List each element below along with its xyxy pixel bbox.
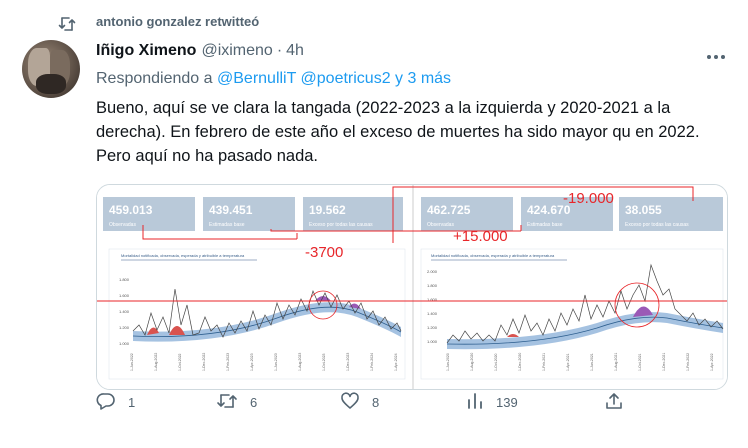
svg-text:1-Dec-2021: 1-Dec-2021 bbox=[662, 353, 666, 371]
svg-text:1-Jun-2020: 1-Jun-2020 bbox=[446, 353, 450, 371]
svg-text:1-Aug-2022: 1-Aug-2022 bbox=[154, 353, 158, 371]
svg-text:1-Apr-2022: 1-Apr-2022 bbox=[710, 353, 714, 371]
left-chart-title: Mortalidad notificada, observada, espera… bbox=[121, 253, 245, 258]
svg-text:1.000: 1.000 bbox=[427, 339, 438, 344]
heart-icon bbox=[340, 391, 360, 413]
retweet-icon bbox=[58, 16, 76, 35]
reply-to-line: Respondiendo a @BernulliT @poetricus2 y … bbox=[96, 70, 451, 88]
svg-text:1.200: 1.200 bbox=[427, 325, 438, 330]
views-count: 139 bbox=[496, 394, 518, 410]
more-options-icon[interactable] bbox=[706, 44, 726, 65]
left-stat-observed-label: Observadas bbox=[109, 222, 136, 228]
separator-dot: · bbox=[276, 42, 283, 59]
right-stat-excess-label: Exceso por todas las causas bbox=[625, 222, 689, 228]
right-stat-base-label: Estimadas base bbox=[527, 222, 563, 228]
svg-text:1-Feb-2022: 1-Feb-2022 bbox=[686, 353, 690, 371]
svg-text:1.000: 1.000 bbox=[119, 341, 130, 346]
svg-text:1.400: 1.400 bbox=[119, 309, 130, 314]
retweet-button[interactable]: 6 bbox=[216, 392, 257, 413]
svg-text:1-Dec-2020: 1-Dec-2020 bbox=[518, 353, 522, 371]
retweet-count: 6 bbox=[250, 394, 258, 410]
author-name[interactable]: Iñigo Ximeno bbox=[96, 42, 196, 60]
svg-text:1.200: 1.200 bbox=[119, 325, 130, 330]
right-chart: Mortalidad notificada, observada, espera… bbox=[420, 248, 724, 380]
author-handle[interactable]: @iximeno bbox=[201, 42, 272, 60]
svg-text:1-Feb-2023: 1-Feb-2023 bbox=[226, 353, 230, 371]
svg-text:1-Apr-2021: 1-Apr-2021 bbox=[566, 353, 570, 371]
reply-count: 1 bbox=[128, 394, 136, 410]
reply-mentions-link[interactable]: @BernulliT @poetricus2 y 3 más bbox=[217, 70, 451, 87]
svg-text:1.800: 1.800 bbox=[427, 283, 438, 288]
svg-text:1.400: 1.400 bbox=[427, 311, 438, 316]
left-stat-cards: 459.013 Observadas 439.451 Estimadas bas… bbox=[103, 197, 403, 231]
right-stat-observed-label: Observadas bbox=[427, 222, 454, 228]
svg-text:2.000: 2.000 bbox=[427, 269, 438, 274]
annotation-left-diff: -3700 bbox=[305, 244, 343, 261]
reply-icon bbox=[96, 392, 116, 413]
annotation-mid-diff: +15.000 bbox=[453, 228, 508, 245]
tweet-timestamp[interactable]: 4h bbox=[286, 42, 304, 60]
reply-prefix: Respondiendo a bbox=[96, 70, 213, 87]
svg-text:1-Jun-2022: 1-Jun-2022 bbox=[130, 353, 134, 371]
svg-text:1-Oct-2022: 1-Oct-2022 bbox=[178, 353, 182, 371]
retweet-label[interactable]: antonio gonzalez retwitteó bbox=[96, 14, 259, 29]
retweet-context[interactable]: antonio gonzalez retwitteó bbox=[58, 14, 259, 31]
left-stat-excess: 19.562 bbox=[309, 203, 346, 217]
right-stat-excess: 38.055 bbox=[625, 203, 662, 217]
left-stat-base-label: Estimadas base bbox=[209, 222, 245, 228]
left-stat-excess-label: Exceso por todas las causas bbox=[309, 222, 373, 228]
svg-text:1-Aug-2021: 1-Aug-2021 bbox=[614, 353, 618, 371]
tweet-media-image[interactable]: 459.013 Observadas 439.451 Estimadas bas… bbox=[96, 184, 728, 390]
share-button[interactable] bbox=[604, 391, 624, 414]
svg-text:1-Oct-2020: 1-Oct-2020 bbox=[494, 353, 498, 371]
like-button[interactable]: 8 bbox=[340, 391, 380, 413]
right-chart-title: Mortalidad notificada, observada, espera… bbox=[431, 253, 555, 258]
retweet-action-icon bbox=[216, 392, 238, 413]
svg-text:1-Feb-2024: 1-Feb-2024 bbox=[370, 353, 374, 371]
svg-text:1.800: 1.800 bbox=[119, 277, 130, 282]
views-button[interactable]: 139 bbox=[466, 392, 518, 413]
like-count: 8 bbox=[372, 394, 380, 410]
svg-text:1-Dec-2022: 1-Dec-2022 bbox=[202, 353, 206, 371]
share-icon bbox=[604, 391, 624, 414]
svg-text:1.600: 1.600 bbox=[119, 293, 130, 298]
tweet-header: Iñigo Ximeno @iximeno · 4h bbox=[96, 42, 304, 60]
views-chart-icon bbox=[466, 392, 484, 413]
left-stat-observed: 459.013 bbox=[109, 203, 153, 217]
svg-text:1-Aug-2020: 1-Aug-2020 bbox=[470, 353, 474, 371]
svg-text:1-Jun-2023: 1-Jun-2023 bbox=[274, 353, 278, 371]
svg-text:1-Oct-2021: 1-Oct-2021 bbox=[638, 353, 642, 371]
left-chart: Mortalidad notificada, observada, espera… bbox=[108, 248, 406, 380]
reply-button[interactable]: 1 bbox=[96, 392, 135, 413]
svg-text:1-Jun-2021: 1-Jun-2021 bbox=[590, 353, 594, 371]
avatar[interactable] bbox=[22, 40, 80, 98]
tweet-text: Bueno, aquí se ve clara la tangada (2022… bbox=[96, 99, 700, 165]
svg-text:1-Oct-2023: 1-Oct-2023 bbox=[322, 353, 326, 371]
annotation-right-diff: -19.000 bbox=[563, 190, 614, 207]
svg-text:1-Apr-2024: 1-Apr-2024 bbox=[394, 353, 398, 371]
svg-text:1-Aug-2023: 1-Aug-2023 bbox=[298, 353, 302, 371]
svg-text:1-Feb-2021: 1-Feb-2021 bbox=[542, 353, 546, 371]
left-stat-base: 439.451 bbox=[209, 203, 253, 217]
svg-text:1-Apr-2023: 1-Apr-2023 bbox=[250, 353, 254, 371]
svg-text:1-Dec-2023: 1-Dec-2023 bbox=[346, 353, 350, 371]
right-stat-observed: 462.725 bbox=[427, 203, 471, 217]
